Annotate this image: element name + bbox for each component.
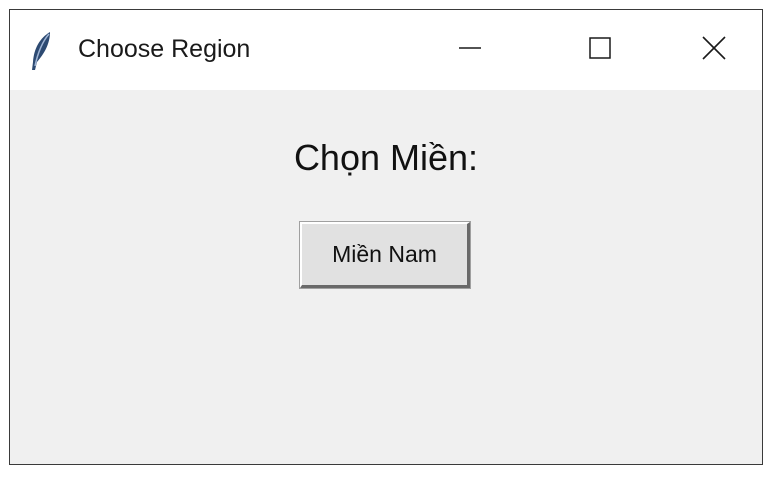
close-button[interactable]: [670, 10, 758, 90]
region-heading: Chọn Miền:: [293, 137, 479, 178]
maximize-icon: [589, 36, 611, 64]
minimize-icon: [459, 37, 481, 64]
region-button-mien-nam[interactable]: Miền Nam: [299, 221, 471, 289]
feather-icon: [28, 30, 54, 72]
app-window: Choose Region Chọn Miền: Miền Nam: [9, 9, 763, 465]
maximize-button[interactable]: [556, 10, 644, 90]
minimize-button[interactable]: [426, 10, 514, 90]
close-icon: [702, 35, 726, 65]
title-bar[interactable]: Choose Region: [10, 10, 762, 90]
window-title: Choose Region: [78, 35, 251, 63]
window-content: Chọn Miền: Miền Nam: [10, 90, 762, 464]
region-button-label: Miền Nam: [332, 241, 437, 267]
